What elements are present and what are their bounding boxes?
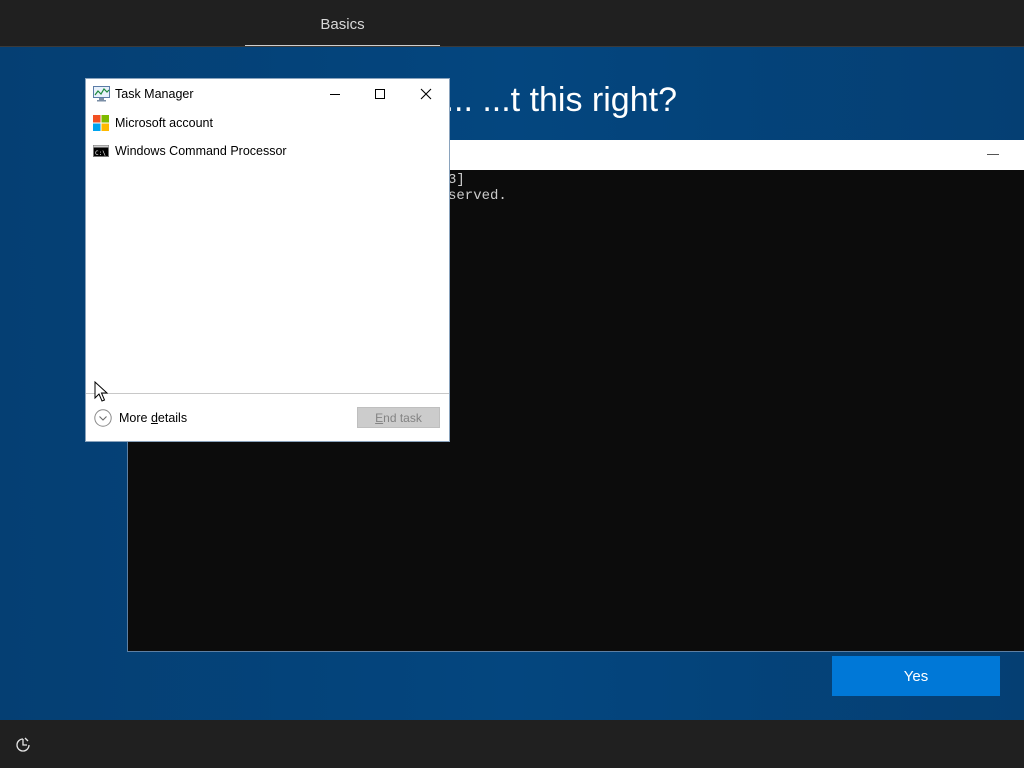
- minimize-icon[interactable]: [981, 144, 1005, 166]
- tm-footer-divider: [86, 393, 449, 394]
- task-manager-icon: [93, 86, 110, 102]
- minimize-icon[interactable]: [312, 79, 358, 109]
- accessibility-icon: [16, 737, 30, 752]
- close-icon[interactable]: [403, 79, 449, 109]
- maximize-icon[interactable]: [357, 79, 403, 109]
- accessibility-button[interactable]: [10, 732, 36, 758]
- tm-process-list[interactable]: Microsoft account C:\ Windows Command Pr…: [86, 109, 449, 392]
- end-task-button[interactable]: End task: [357, 407, 440, 428]
- mouse-cursor-icon: [94, 381, 108, 402]
- cmd-line-2: served.: [448, 188, 507, 204]
- cmd-line-1: 3]: [448, 172, 465, 188]
- cmd-icon: C:\: [93, 145, 109, 157]
- more-details-toggle[interactable]: More details: [94, 407, 187, 429]
- list-item[interactable]: Microsoft account: [86, 109, 449, 137]
- svg-text:C:\: C:\: [95, 150, 106, 157]
- list-item-label: Microsoft account: [115, 116, 213, 130]
- task-manager-window[interactable]: Task Manager Microsoft account C:\ Windo…: [86, 79, 449, 441]
- chevron-down-icon: [94, 409, 112, 427]
- oobe-top-bar: Basics: [0, 0, 1024, 47]
- list-item-label: Windows Command Processor: [115, 144, 287, 158]
- tm-titlebar[interactable]: Task Manager: [86, 79, 449, 109]
- microsoft-logo-icon: [93, 115, 109, 131]
- oobe-heading: is... ...t this right?: [420, 81, 677, 119]
- oobe-bottom-bar: [0, 720, 1024, 768]
- tab-basics: Basics: [320, 16, 365, 33]
- list-item[interactable]: C:\ Windows Command Processor: [86, 137, 449, 165]
- yes-button[interactable]: Yes: [832, 656, 1000, 696]
- tm-title: Task Manager: [115, 87, 194, 101]
- more-details-label: More details: [119, 411, 188, 425]
